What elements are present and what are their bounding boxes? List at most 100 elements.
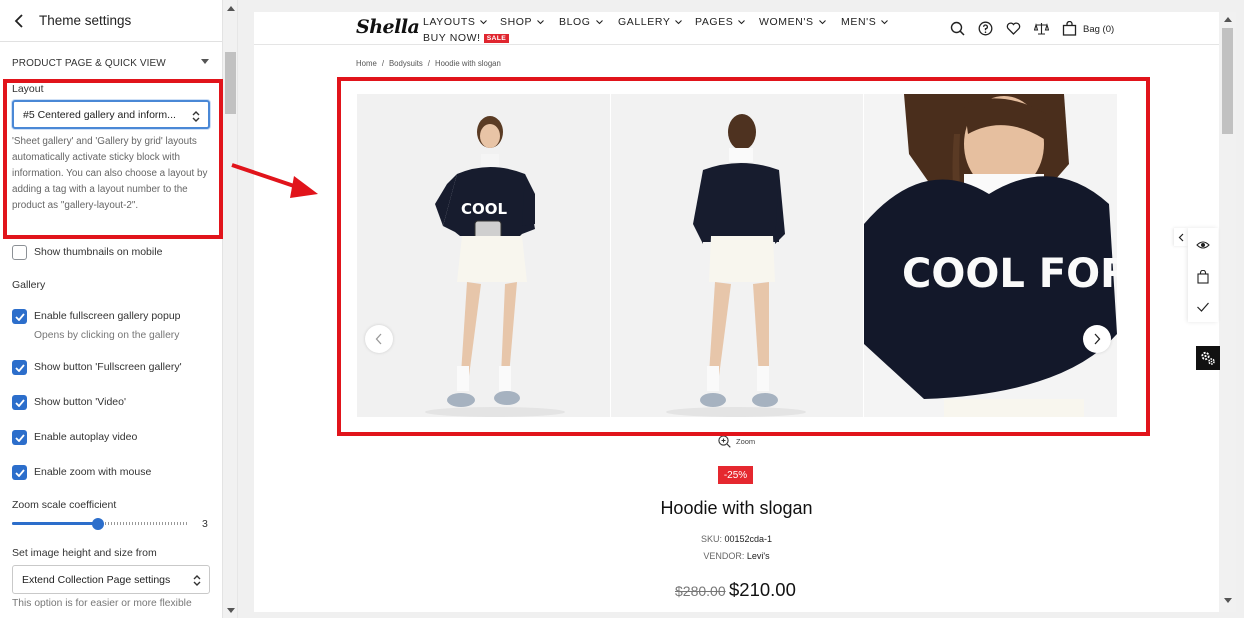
- panel-scrollbar-thumb[interactable]: [225, 52, 236, 114]
- eye-icon[interactable]: [1196, 238, 1210, 252]
- panel-header: Theme settings: [0, 0, 222, 42]
- product-vendor: VENDOR: Levi's: [254, 551, 1219, 561]
- chevron-left-icon[interactable]: [14, 13, 28, 28]
- sale-badge: SALE: [483, 33, 510, 43]
- chevron-down-icon: [675, 19, 683, 24]
- breadcrumb-home[interactable]: Home: [356, 59, 377, 68]
- shopping-bag-icon[interactable]: [1196, 270, 1210, 284]
- settings-gears-button[interactable]: [1196, 346, 1220, 370]
- breadcrumb-separator: /: [427, 59, 430, 68]
- app-window: Theme settings PRODUCT PAGE & QUICK VIEW…: [0, 0, 1244, 618]
- zoom-link[interactable]: Zoom: [718, 435, 755, 448]
- checkbox-unchecked-icon[interactable]: [12, 245, 27, 260]
- bag-icon[interactable]: [1062, 21, 1077, 36]
- image-height-select[interactable]: Extend Collection Page settings: [12, 565, 210, 594]
- nav-mens[interactable]: MEN'S: [841, 16, 889, 28]
- zoom-label: Zoom: [736, 437, 756, 446]
- checkbox-label: Show button 'Fullscreen gallery': [34, 361, 182, 373]
- checkbox-label: Show thumbnails on mobile: [34, 246, 163, 258]
- search-icon[interactable]: [950, 21, 965, 36]
- checkbox-label: Show button 'Video': [34, 396, 126, 408]
- product-title: Hoodie with slogan: [660, 498, 813, 518]
- image-height-label: Set image height and size from: [12, 547, 157, 559]
- checkbox-sublabel: Opens by clicking on the gallery: [34, 330, 180, 341]
- vendor-label: VENDOR:: [703, 551, 745, 561]
- breadcrumb-bodysuits[interactable]: Bodysuits: [389, 59, 423, 68]
- breadcrumb-current: Hoodie with slogan: [434, 59, 501, 68]
- checkbox-checked-icon[interactable]: [12, 360, 27, 375]
- nav-gallery[interactable]: GALLERY: [618, 16, 683, 28]
- gears-icon: [1201, 351, 1215, 365]
- nav-label: GALLERY: [618, 16, 671, 28]
- checkbox-label: Enable fullscreen gallery popup: [34, 310, 181, 322]
- chevron-down-icon: [818, 19, 826, 24]
- scroll-down-icon[interactable]: [227, 608, 235, 613]
- panel-title: Theme settings: [39, 13, 132, 28]
- nav-layouts[interactable]: LAYOUTS: [423, 16, 488, 28]
- annotation-box-gallery: [337, 77, 1150, 436]
- annotation-box-layout-setting: [3, 79, 223, 239]
- image-height-help: This option is for easier or more flexib…: [12, 598, 192, 609]
- nav-pages[interactable]: PAGES: [695, 16, 746, 28]
- discount-badge: -25%: [718, 466, 753, 484]
- gallery-label: Gallery: [12, 279, 46, 291]
- section-header[interactable]: PRODUCT PAGE & QUICK VIEW: [12, 58, 212, 69]
- chevron-down-icon: [537, 19, 545, 24]
- side-tools: [1188, 228, 1218, 322]
- chevron-down-icon: [881, 19, 889, 24]
- checkbox-checked-icon[interactable]: [12, 395, 27, 410]
- scroll-down-icon[interactable]: [1224, 598, 1232, 603]
- zoom-scale-slider-thumb[interactable]: [92, 518, 105, 530]
- sku-value: 00152cda-1: [724, 534, 773, 544]
- nav-label: SHOP: [500, 16, 533, 28]
- bag-label[interactable]: Bag (0): [1083, 24, 1114, 35]
- nav-label: BUY NOW!: [423, 32, 481, 44]
- checkmark-icon[interactable]: [1196, 300, 1210, 314]
- vendor-value[interactable]: Levi's: [747, 551, 770, 561]
- preview-scrollbar-thumb[interactable]: [1222, 28, 1233, 134]
- nav-shop[interactable]: SHOP: [500, 16, 545, 28]
- checkbox-checked-icon[interactable]: [12, 465, 27, 480]
- autoplay-video-checkbox[interactable]: Enable autoplay video: [12, 430, 137, 445]
- store-logo[interactable]: Shella: [356, 16, 420, 38]
- checkbox-label: Enable autoplay video: [34, 431, 138, 443]
- checkbox-label-group: Enable fullscreen gallery popup Opens by…: [34, 309, 181, 343]
- breadcrumb-separator: /: [381, 59, 384, 68]
- sku-label: SKU:: [700, 534, 722, 544]
- nav-womens[interactable]: WOMEN'S: [759, 16, 826, 28]
- fullscreen-popup-checkbox[interactable]: Enable fullscreen gallery popup Opens by…: [12, 309, 181, 343]
- fullscreen-button-checkbox[interactable]: Show button 'Fullscreen gallery': [12, 360, 182, 375]
- nav-label: WOMEN'S: [759, 16, 814, 28]
- breadcrumb: Home / Bodysuits / Hoodie with slogan: [356, 59, 506, 68]
- nav-label: PAGES: [695, 16, 734, 28]
- caret-down-icon: [201, 59, 209, 64]
- zoom-scale-slider-fill: [12, 522, 99, 525]
- nav-buy-now[interactable]: BUY NOW! SALE: [423, 32, 510, 44]
- video-button-checkbox[interactable]: Show button 'Video': [12, 395, 126, 410]
- help-icon[interactable]: [978, 21, 993, 36]
- side-tools-toggle[interactable]: [1174, 228, 1188, 246]
- scroll-up-icon[interactable]: [227, 6, 235, 11]
- zoom-in-icon: [718, 435, 731, 448]
- image-height-select-value: Extend Collection Page settings: [22, 573, 171, 586]
- scroll-up-icon[interactable]: [1224, 17, 1232, 22]
- compare-scale-icon[interactable]: [1034, 21, 1049, 36]
- nav-label: MEN'S: [841, 16, 877, 28]
- nav-blog[interactable]: BLOG: [559, 16, 603, 28]
- price-compare: $280.00: [675, 583, 726, 599]
- store-header: Shella LAYOUTS SHOP BLOG GALLERY PAGES W…: [254, 12, 1219, 45]
- chevron-left-icon: [1178, 233, 1184, 241]
- zoom-mouse-checkbox[interactable]: Enable zoom with mouse: [12, 465, 151, 480]
- annotation-arrow-icon: [231, 163, 318, 198]
- show-thumbnails-checkbox[interactable]: Show thumbnails on mobile: [12, 245, 162, 260]
- select-arrows-icon: [193, 575, 201, 586]
- checkbox-checked-icon[interactable]: [12, 430, 27, 445]
- zoom-scale-value: 3: [202, 518, 208, 530]
- heart-icon[interactable]: [1006, 21, 1021, 36]
- zoom-scale-label: Zoom scale coefficient: [12, 499, 117, 511]
- chevron-down-icon: [480, 19, 488, 24]
- nav-label: BLOG: [559, 16, 591, 28]
- checkbox-checked-icon[interactable]: [12, 309, 27, 324]
- chevron-down-icon: [595, 19, 603, 24]
- price-current: $210.00: [729, 579, 796, 600]
